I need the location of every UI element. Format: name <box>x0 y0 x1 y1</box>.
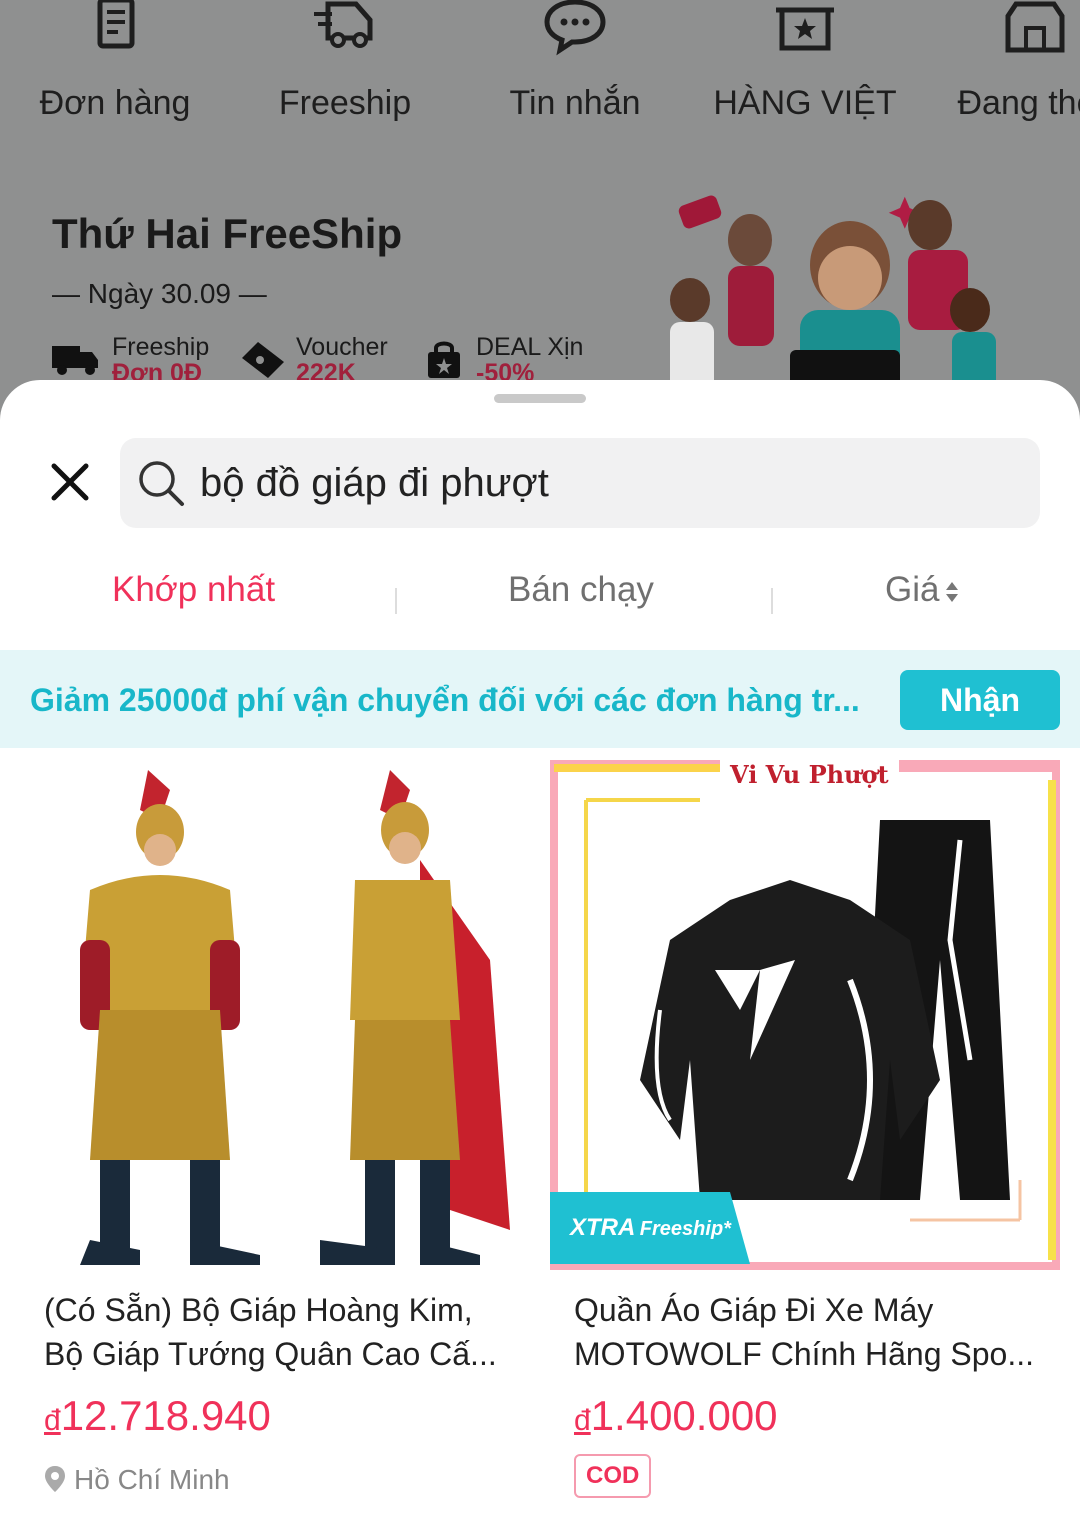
background-overlay: Đơn hàng Freeship Tin nhắn HÀNG VIỆT Đan… <box>0 0 1080 420</box>
nav-label: HÀNG VIỆT <box>713 84 897 122</box>
banner-date: — Ngày 30.09 — <box>52 278 267 309</box>
tab-price[interactable]: Giá <box>885 570 959 610</box>
nav-label: Tin nhắn <box>509 84 641 122</box>
search-sheet: Khớp nhất Bán chạy Giá Giảm 25000đ phí v… <box>0 380 1080 1522</box>
product-card[interactable]: Vi Vu Phượt XTRA Freeship* Quần Áo Giáp … <box>550 760 1060 1522</box>
sort-tabs: Khớp nhất Bán chạy Giá <box>0 570 1080 630</box>
search-icon <box>139 461 184 506</box>
tab-best-match[interactable]: Khớp nhất <box>112 570 275 610</box>
close-icon[interactable] <box>48 460 92 504</box>
shipping-promo-bar: Giảm 25000đ phí vận chuyển đối với các đ… <box>0 650 1080 748</box>
tab-divider <box>395 588 397 614</box>
chat-icon <box>544 0 606 56</box>
nav-label: Đang thec <box>957 84 1080 122</box>
product-price: đ1.400.000 <box>574 1392 778 1439</box>
product-title: Quần Áo Giáp Đi Xe Máy MOTOWOLF Chính Hã… <box>574 1292 1035 1372</box>
product-image <box>20 760 530 1270</box>
product-price: đ12.718.940 <box>44 1392 271 1439</box>
xtra-freeship-badge: XTRA Freeship* <box>550 1192 750 1264</box>
product-card[interactable]: (Có Sẵn) Bộ Giáp Hoàng Kim, Bộ Giáp Tướn… <box>20 760 530 1522</box>
promo-text: Giảm 25000đ phí vận chuyển đối với các đ… <box>30 682 860 718</box>
tab-divider <box>771 588 773 614</box>
perk-freeship: Freeship Đơn 0Đ <box>112 333 210 387</box>
banner-people-illustration <box>670 195 996 400</box>
top-nav: Đơn hàng Freeship Tin nhắn HÀNG VIỆT Đan… <box>0 0 1080 140</box>
truck-icon <box>52 346 98 375</box>
product-title: (Có Sẵn) Bộ Giáp Hoàng Kim, Bộ Giáp Tướn… <box>44 1292 497 1372</box>
product-location: Hồ Chí Minh <box>44 1464 230 1496</box>
nav-label: Đơn hàng <box>39 84 191 122</box>
truck-icon <box>314 1 373 48</box>
claim-button[interactable]: Nhận <box>900 670 1060 730</box>
store-icon <box>1005 1 1065 53</box>
order-icon <box>97 0 135 49</box>
location-pin-icon <box>45 1466 65 1492</box>
nav-label: Freeship <box>278 84 412 122</box>
shop-brand-tag: Vi Vu Phượt <box>720 760 899 789</box>
search-box[interactable] <box>120 438 1040 528</box>
search-input[interactable] <box>200 438 1020 528</box>
banner-title: Thứ Hai FreeShip <box>52 210 403 257</box>
product-image: Vi Vu Phượt XTRA Freeship* <box>550 760 1060 1270</box>
star-basket-icon <box>776 7 834 51</box>
shopping-bag-icon <box>428 341 460 378</box>
sheet-drag-handle[interactable] <box>494 394 586 403</box>
perk-deal: DEAL Xịn -50% <box>476 333 584 387</box>
tab-best-selling[interactable]: Bán chạy <box>508 570 654 610</box>
tab-price-label: Giá <box>885 570 940 609</box>
ticket-icon <box>242 342 284 378</box>
cod-badge: COD <box>574 1454 652 1498</box>
perk-voucher: Voucher 222K <box>296 333 388 387</box>
sort-arrows-icon <box>946 581 959 602</box>
